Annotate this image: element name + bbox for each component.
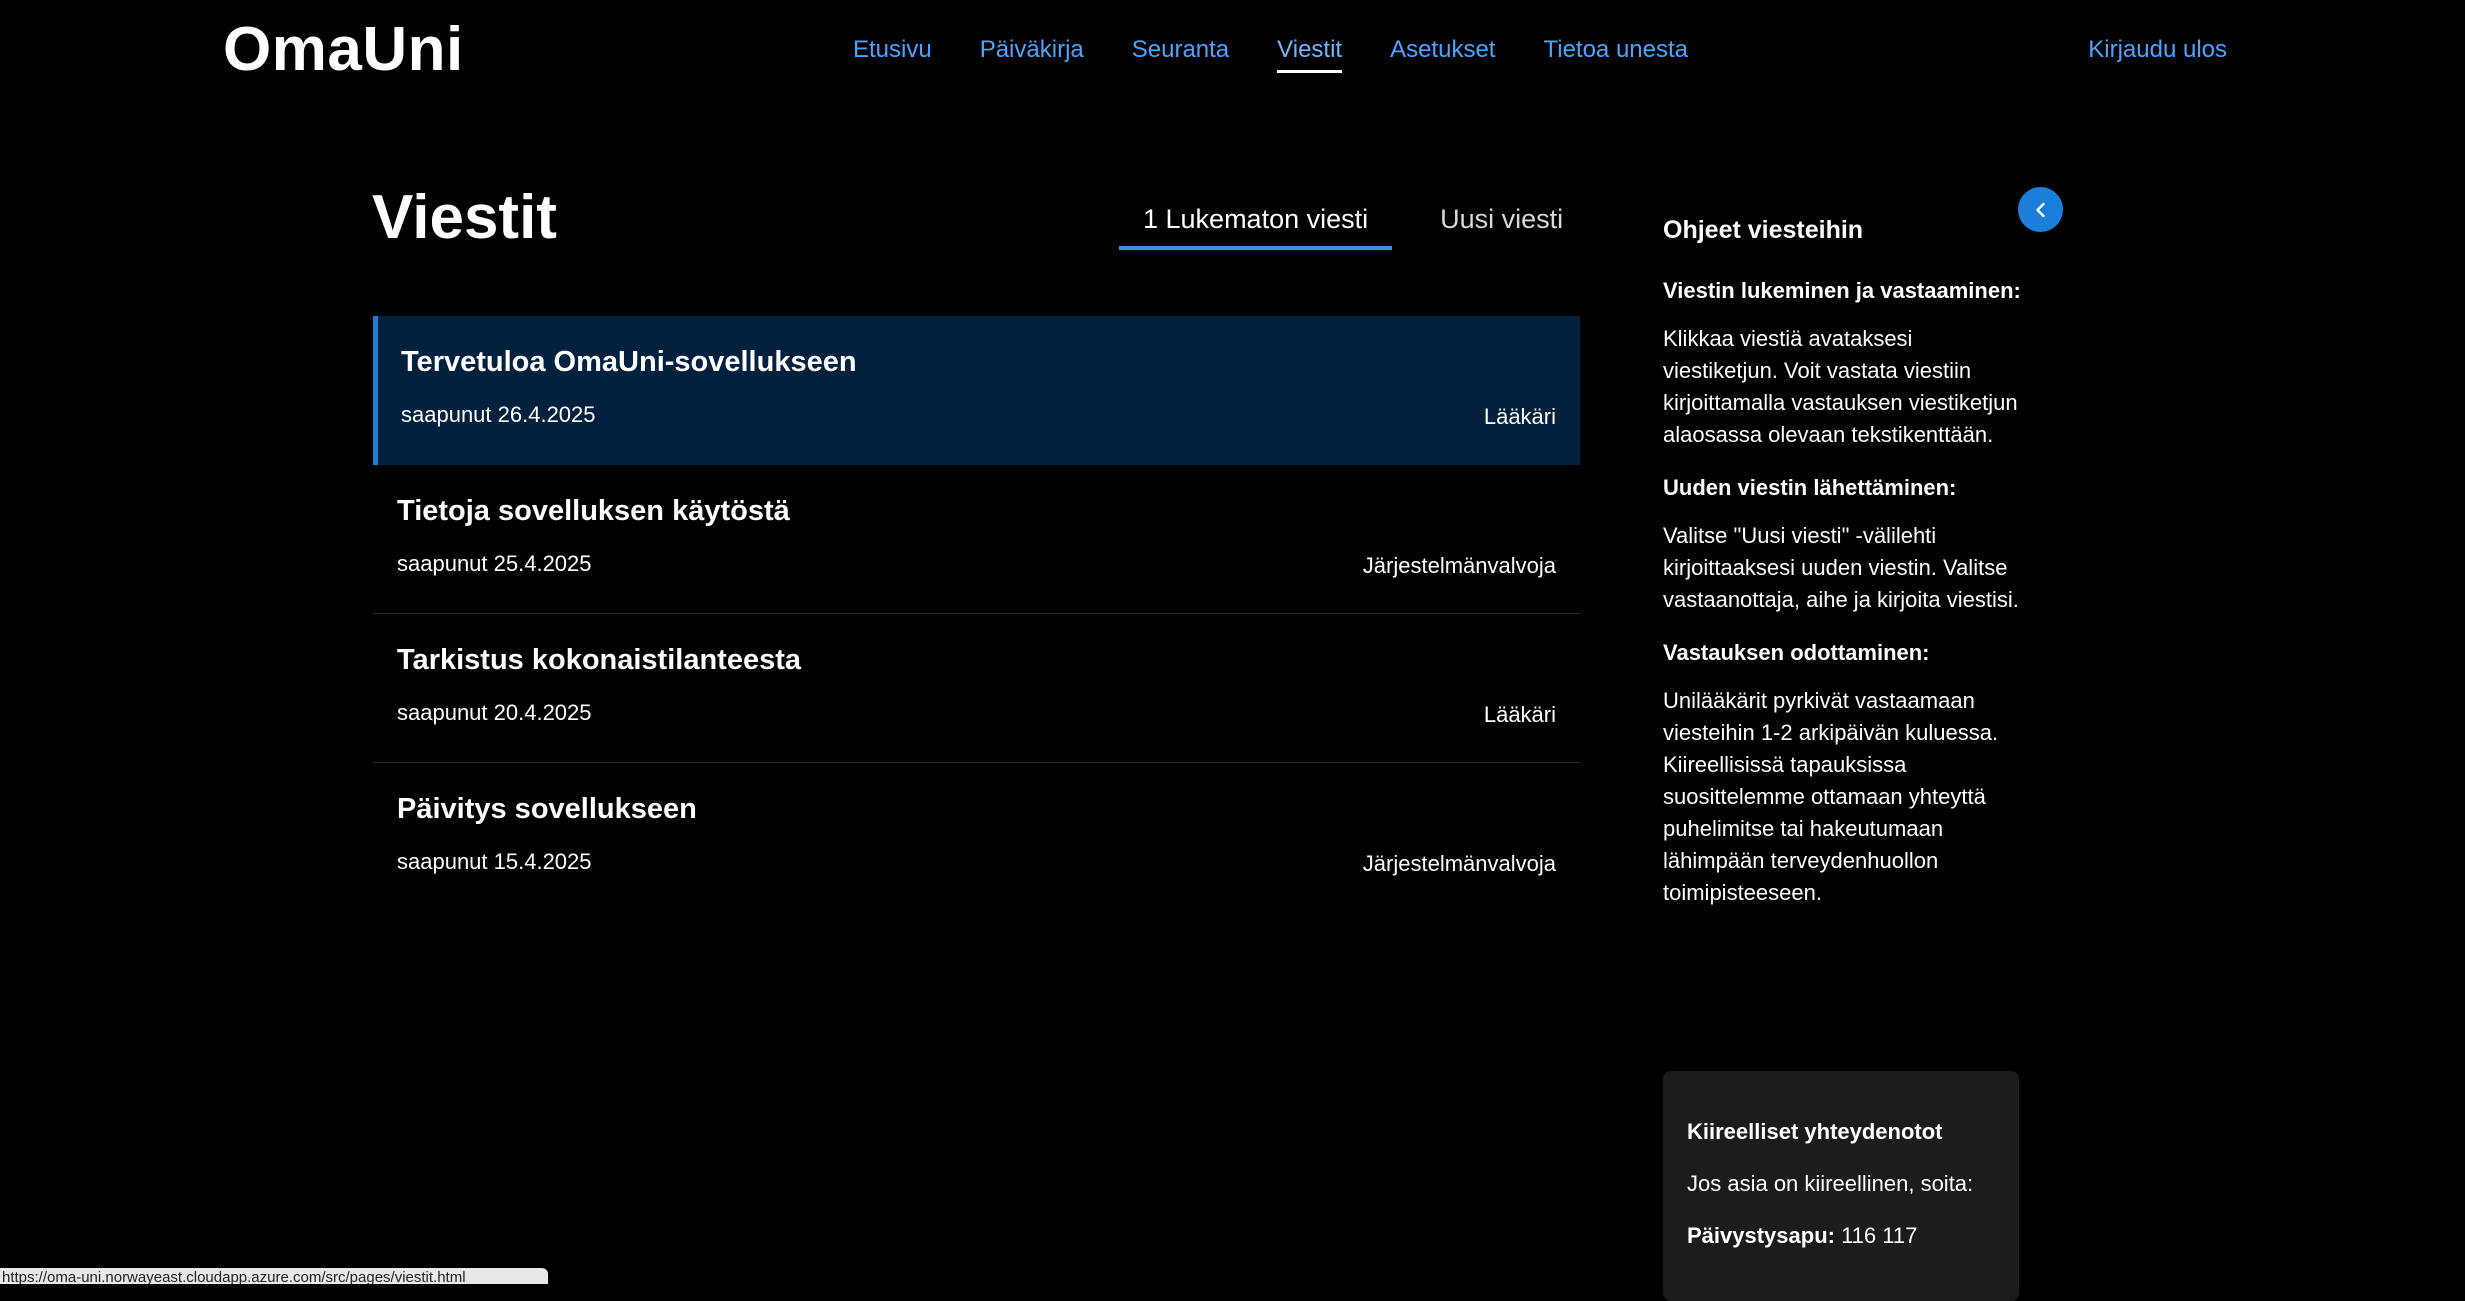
collapse-sidebar-button[interactable] bbox=[2018, 187, 2063, 232]
message-date: saapunut 26.4.2025 bbox=[401, 402, 596, 427]
help-text-reading: Klikkaa viestiä avataksesi viestiketjun.… bbox=[1663, 326, 2018, 447]
main-nav: Etusivu Päiväkirja Seuranta Viestit Aset… bbox=[853, 36, 1736, 73]
message-item[interactable]: Päivitys sovellukseen saapunut 15.4.2025… bbox=[373, 763, 1580, 912]
tab-new-message[interactable]: Uusi viesti bbox=[1416, 200, 1587, 250]
nav-viestit[interactable]: Viestit bbox=[1277, 36, 1343, 73]
urgent-title: Kiireelliset yhteydenotot bbox=[1687, 1119, 1943, 1144]
message-sender: Lääkäri bbox=[1483, 404, 1556, 429]
message-date: saapunut 20.4.2025 bbox=[397, 700, 592, 725]
urgent-instruction: Jos asia on kiireellinen, soita: bbox=[1687, 1171, 1974, 1196]
nav-paivakirja[interactable]: Päiväkirja bbox=[980, 36, 1084, 73]
page-title: Viestit bbox=[372, 183, 557, 252]
help-heading-waiting: Vastauksen odottaminen: bbox=[1663, 640, 1930, 665]
help-text-waiting: Unilääkärit pyrkivät vastaamaan viesteih… bbox=[1663, 688, 1999, 905]
message-item[interactable]: Tervetuloa OmaUni-sovellukseen saapunut … bbox=[373, 316, 1580, 465]
message-item[interactable]: Tietoja sovelluksen käytöstä saapunut 25… bbox=[373, 465, 1580, 614]
top-header: OmaUni Etusivu Päiväkirja Seuranta Viest… bbox=[0, 0, 2465, 110]
help-sidebar: Ohjeet viesteihin Viestin lukeminen ja v… bbox=[1663, 210, 2023, 927]
urgent-contacts-panel: Kiireelliset yhteydenotot Jos asia on ki… bbox=[1663, 1071, 2019, 1301]
app-logo[interactable]: OmaUni bbox=[223, 14, 464, 85]
message-list: Tervetuloa OmaUni-sovellukseen saapunut … bbox=[373, 316, 1580, 912]
message-tabs: 1 Lukematon viesti Uusi viesti bbox=[1119, 200, 1587, 250]
message-sender: Lääkäri bbox=[1483, 702, 1556, 727]
logout-link[interactable]: Kirjaudu ulos bbox=[2088, 36, 2227, 64]
urgent-phone: Päivystysapu: 116 117 bbox=[1687, 1223, 1995, 1249]
nav-tietoa-unesta[interactable]: Tietoa unesta bbox=[1543, 36, 1688, 73]
message-subject: Tietoja sovelluksen käytöstä bbox=[397, 495, 790, 527]
help-heading-new-message: Uuden viestin lähettäminen: bbox=[1663, 475, 1957, 500]
nav-etusivu[interactable]: Etusivu bbox=[853, 36, 932, 73]
urgent-phone-number[interactable]: 116 117 bbox=[1835, 1223, 1917, 1248]
message-date: saapunut 15.4.2025 bbox=[397, 849, 592, 874]
nav-asetukset[interactable]: Asetukset bbox=[1390, 36, 1495, 73]
message-sender: Järjestelmänvalvoja bbox=[1362, 851, 1556, 876]
nav-seuranta[interactable]: Seuranta bbox=[1132, 36, 1229, 73]
message-date: saapunut 25.4.2025 bbox=[397, 551, 592, 576]
link-preview-statusbar: https://oma-uni.norwayeast.cloudapp.azur… bbox=[0, 1268, 548, 1284]
message-sender: Järjestelmänvalvoja bbox=[1362, 553, 1556, 578]
urgent-phone-label: Päivystysapu: bbox=[1687, 1223, 1835, 1248]
message-subject: Päivitys sovellukseen bbox=[397, 793, 697, 825]
sidebar-title: Ohjeet viesteihin bbox=[1663, 216, 1864, 244]
message-subject: Tarkistus kokonaistilanteesta bbox=[397, 644, 802, 676]
help-text-new-message: Valitse "Uusi viesti" -välilehti kirjoit… bbox=[1663, 523, 2019, 612]
chevron-left-icon bbox=[2035, 202, 2045, 217]
message-item[interactable]: Tarkistus kokonaistilanteesta saapunut 2… bbox=[373, 614, 1580, 763]
tab-unread[interactable]: 1 Lukematon viesti bbox=[1119, 200, 1393, 250]
message-subject: Tervetuloa OmaUni-sovellukseen bbox=[401, 346, 857, 378]
help-heading-reading: Viestin lukeminen ja vastaaminen: bbox=[1663, 278, 2021, 303]
